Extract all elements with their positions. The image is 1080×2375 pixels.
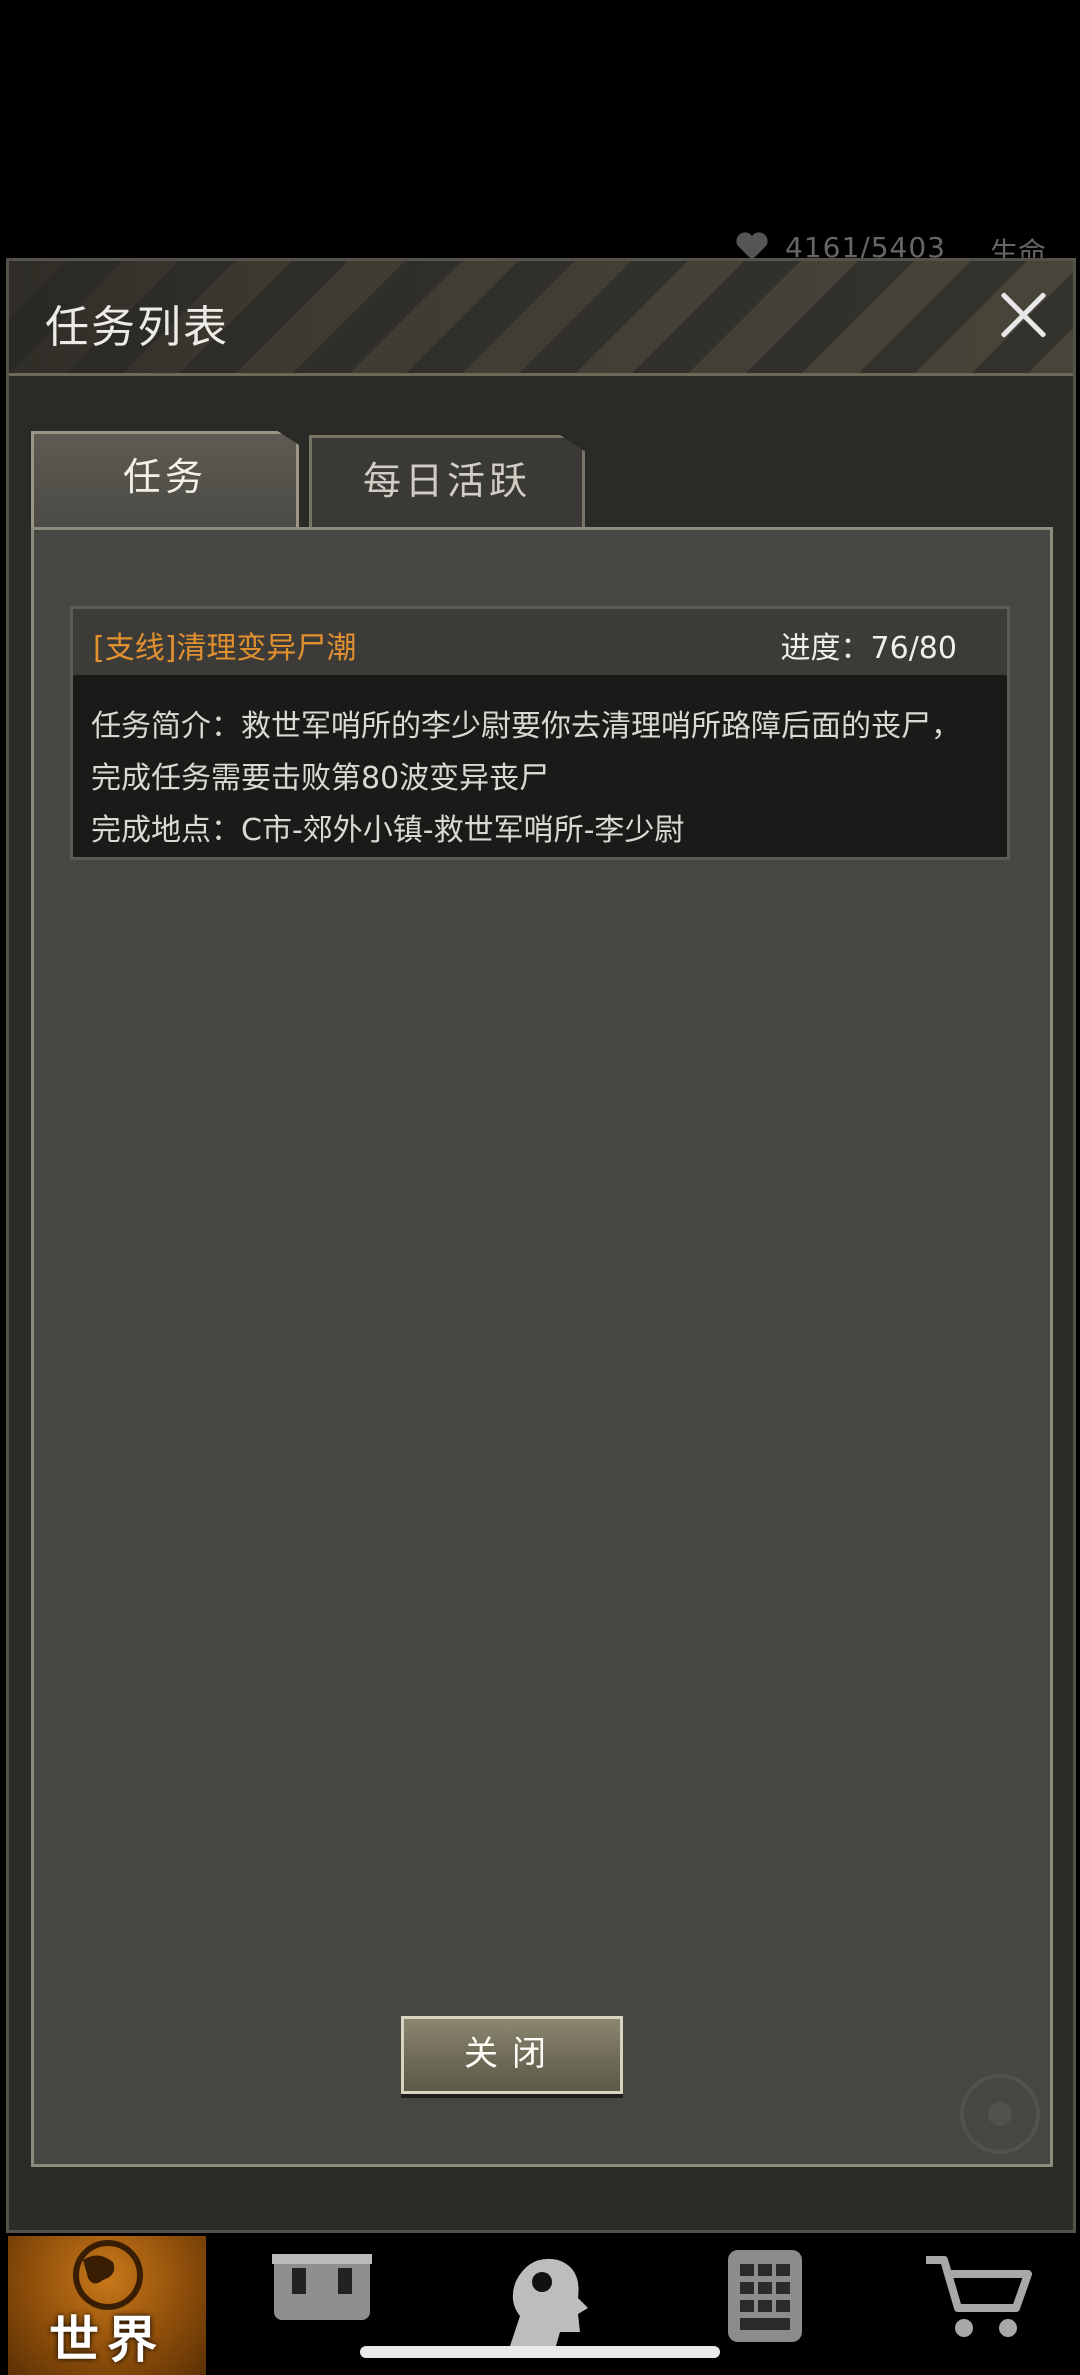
radiation-icon <box>960 2074 1040 2154</box>
backpack-icon <box>272 2254 372 2320</box>
close-button[interactable]: 关闭 <box>401 2016 623 2094</box>
quest-header: [支线]清理变异尸潮 进度：76/80 <box>73 609 1007 675</box>
head-profile-icon <box>510 2258 588 2346</box>
close-icon[interactable] <box>993 285 1053 345</box>
home-indicator[interactable] <box>360 2346 720 2358</box>
dialog-header: 任务列表 <box>9 261 1073 376</box>
quest-card[interactable]: [支线]清理变异尸潮 进度：76/80 任务简介：救世军哨所的李少尉要你去清理哨… <box>70 606 1010 860</box>
heart-icon <box>736 232 768 260</box>
tab-tasks[interactable]: 任务 <box>31 431 299 531</box>
quest-progress: 进度：76/80 <box>780 631 957 666</box>
nav-phone[interactable] <box>720 2236 810 2375</box>
nav-world-label: 世界 <box>49 2311 165 2369</box>
dialog-title: 任务列表 <box>45 302 229 353</box>
task-list-dialog: 任务列表 任务 每日活跃 [支线]清理变异尸潮 进度：76/80 任务简介：救世… <box>6 258 1076 2233</box>
quest-description: 任务简介：救世军哨所的李少尉要你去清理哨所路障后面的丧尸，完成任务需要击败第80… <box>91 709 961 796</box>
task-panel: [支线]清理变异尸潮 进度：76/80 任务简介：救世军哨所的李少尉要你去清理哨… <box>31 527 1053 2167</box>
cart-icon <box>926 2256 1032 2337</box>
quest-name: [支线]清理变异尸潮 <box>93 631 357 666</box>
nav-world[interactable]: 世界 <box>8 2236 206 2375</box>
quest-location: 完成地点：C市-郊外小镇-救世军哨所-李少尉 <box>91 813 685 848</box>
nav-shop[interactable] <box>920 2236 1040 2375</box>
phone-keypad-icon <box>728 2250 802 2342</box>
tab-daily-activity[interactable]: 每日活跃 <box>309 435 585 527</box>
